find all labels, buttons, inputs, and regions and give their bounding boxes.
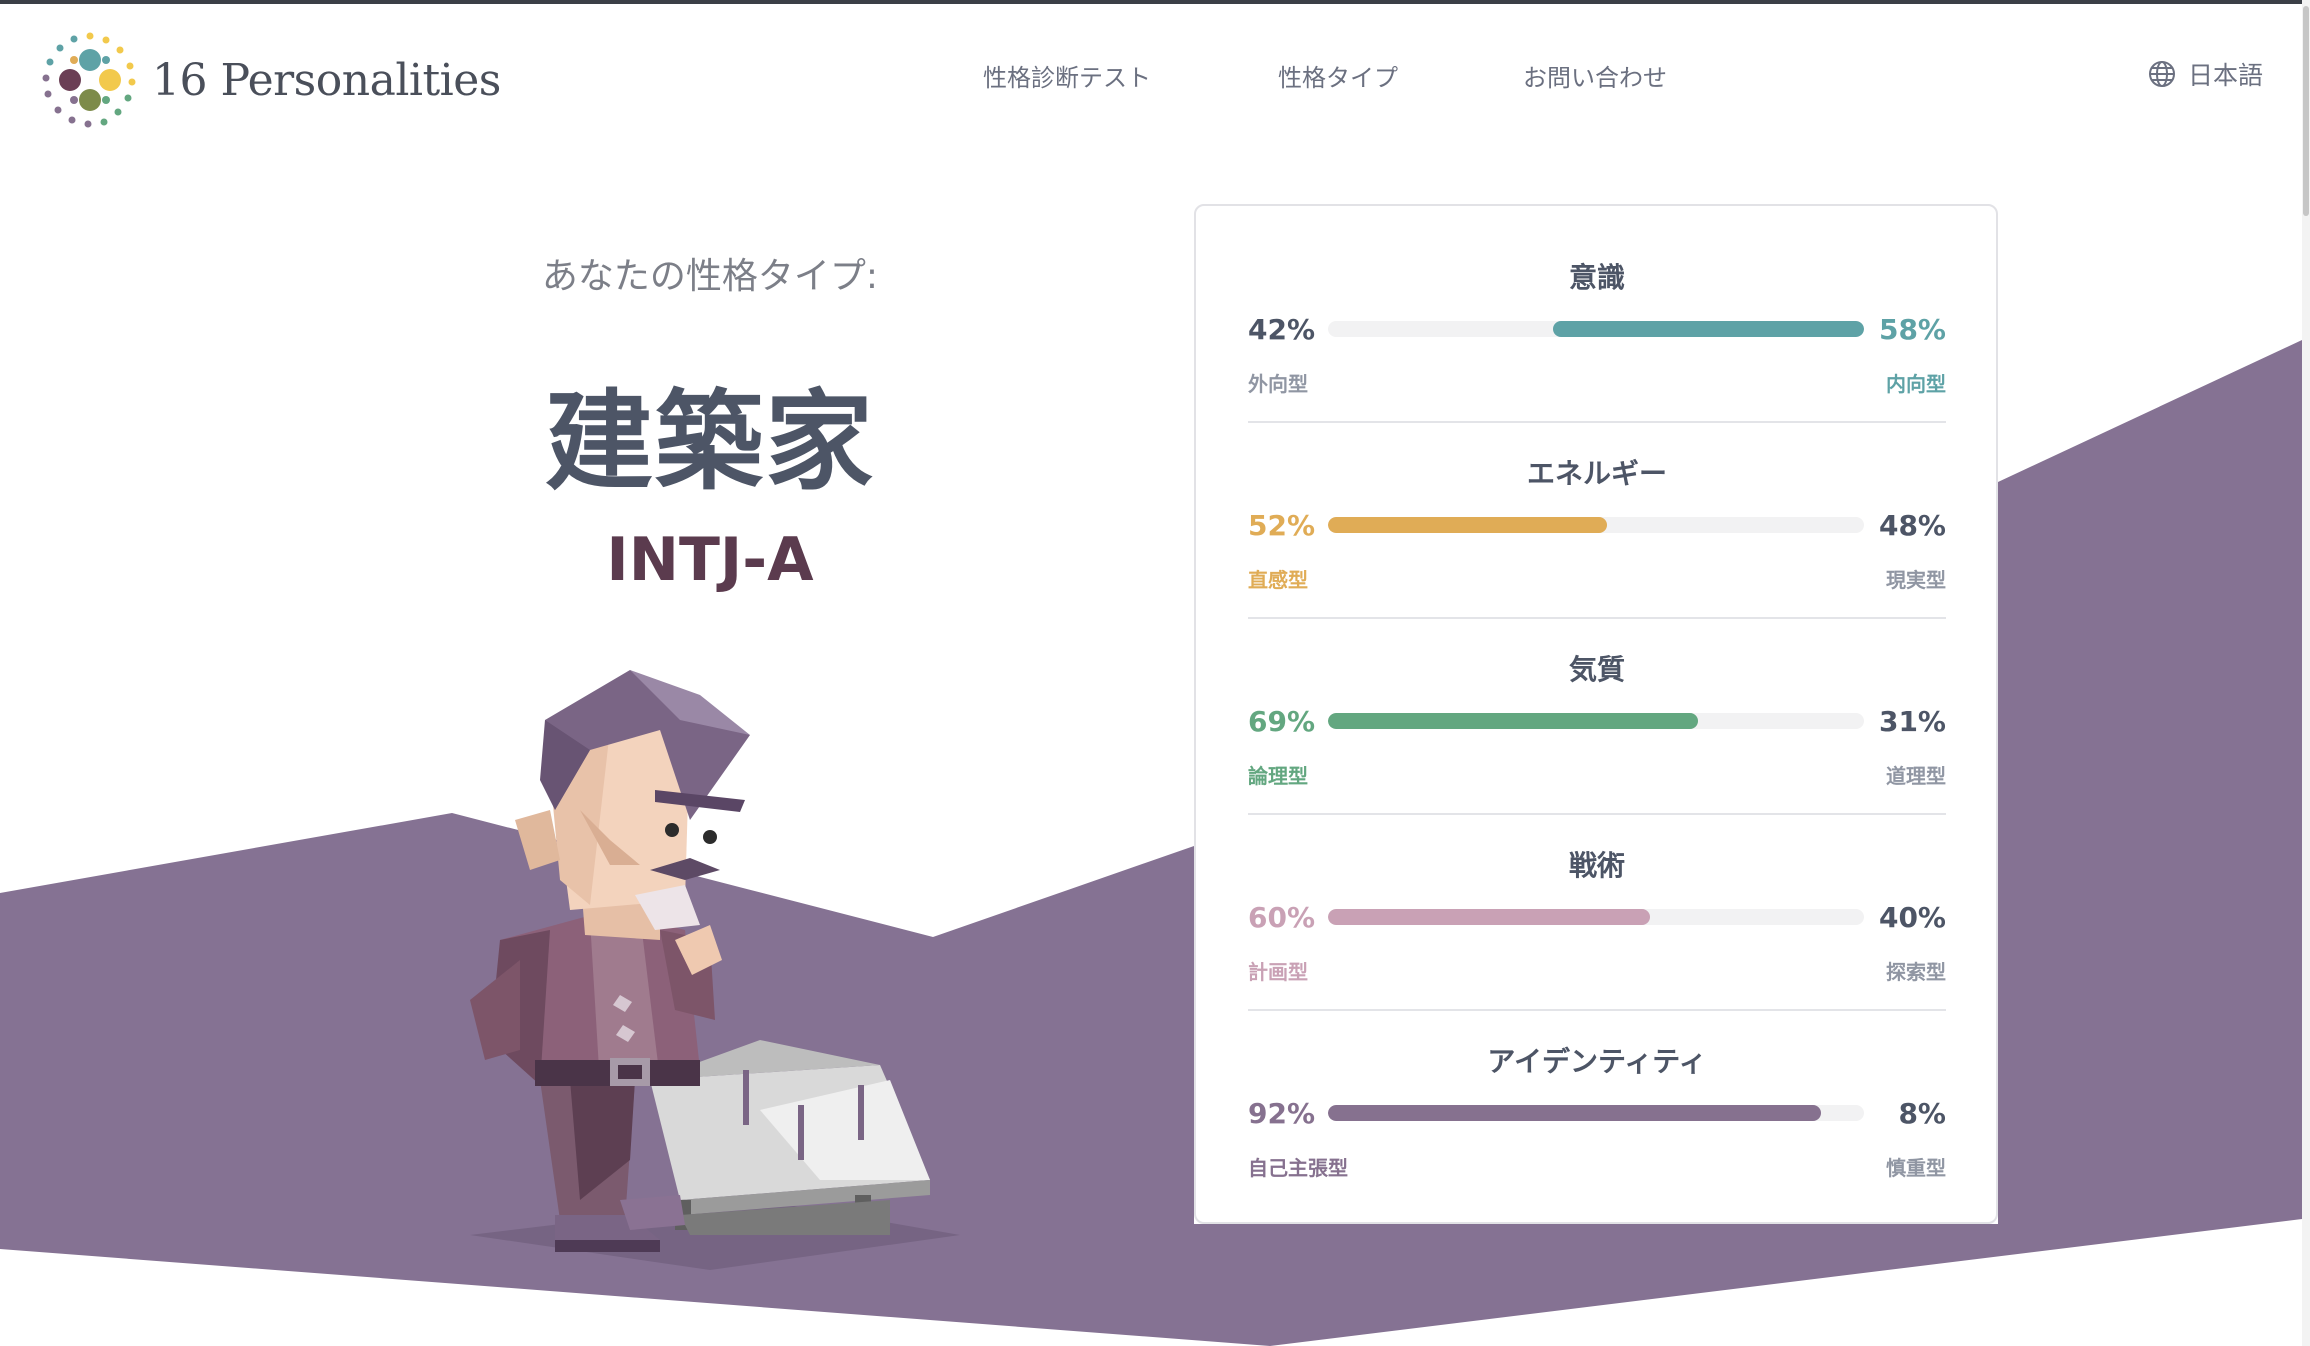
page: 16 Personalities 性格診断テスト 性格タイプ お問い合わせ 日本… — [0, 0, 2310, 1346]
logo-icon — [42, 32, 136, 128]
trait-right-percent: 40% — [1878, 901, 1946, 934]
trait-results-card: 意識 42% 58% 外向型 内向型エネルギー 52% 48% 直感型 現実型気質 69% 31% 論… — [1194, 204, 1998, 1224]
trait-bar-fill — [1328, 1105, 1821, 1121]
trait-bar-fill — [1553, 321, 1864, 337]
trait-bar — [1328, 713, 1864, 729]
top-border — [0, 0, 2310, 4]
trait-title: 戦術 — [1568, 849, 1625, 882]
type-code: INTJ-A — [606, 525, 814, 595]
trait-left-label: 計画型 — [1248, 960, 1308, 984]
trait-bar — [1328, 321, 1864, 337]
nav-item-contact[interactable]: お問い合わせ — [1523, 58, 1667, 93]
nav-item-types[interactable]: 性格タイプ — [1278, 58, 1398, 93]
trait-left-label: 外向型 — [1248, 372, 1308, 396]
nav-item-test[interactable]: 性格診断テスト — [983, 58, 1151, 93]
trait-bar — [1328, 909, 1864, 925]
trait-right-label: 現実型 — [1886, 568, 1946, 592]
trait-bar — [1328, 1105, 1864, 1121]
trait-bar-fill — [1328, 909, 1650, 925]
architect-illustration — [470, 670, 960, 1270]
logo[interactable]: 16 Personalities — [40, 30, 501, 130]
trait-bar-fill — [1328, 517, 1607, 533]
trait-left-label: 自己主張型 — [1248, 1156, 1348, 1180]
trait-right-percent: 8% — [1898, 1097, 1946, 1130]
trait-right-percent: 58% — [1878, 313, 1946, 346]
trait-right-label: 慎重型 — [1886, 1156, 1946, 1180]
scrollbar[interactable] — [2302, 0, 2310, 1346]
trait-left-percent: 60% — [1248, 901, 1316, 934]
trait-left-label: 直感型 — [1248, 568, 1308, 592]
trait-left-label: 論理型 — [1248, 764, 1308, 788]
language-label: 日本語 — [2188, 61, 2264, 90]
globe-icon — [2149, 61, 2175, 87]
trait-title: エネルギー — [1526, 457, 1667, 490]
trait-title: 意識 — [1568, 261, 1625, 294]
trait-right-label: 道理型 — [1886, 764, 1946, 788]
trait-identity: アイデンティティ 92% 8% 自己主張型 慎重型 — [1248, 990, 1946, 1186]
trait-bar — [1328, 517, 1864, 533]
trait-bar-fill — [1328, 713, 1698, 729]
trait-right-label: 内向型 — [1886, 372, 1946, 396]
trait-title: アイデンティティ — [1487, 1045, 1707, 1078]
type-name: 建築家 — [544, 380, 875, 505]
trait-mind: 意識 42% 58% 外向型 内向型 — [1248, 206, 1946, 423]
trait-right-percent: 48% — [1878, 509, 1946, 542]
trait-right-percent: 31% — [1878, 705, 1946, 738]
trait-left-percent: 69% — [1248, 705, 1316, 738]
trait-left-percent: 92% — [1248, 1097, 1316, 1130]
trait-left-percent: 52% — [1248, 509, 1316, 542]
trait-energy: エネルギー 52% 48% 直感型 現実型 — [1248, 402, 1946, 619]
trait-nature: 気質 69% 31% 論理型 道理型 — [1248, 598, 1946, 815]
logo-text: 16 Personalities — [152, 54, 501, 106]
result-subtitle: あなたの性格タイプ: — [541, 256, 879, 297]
trait-title: 気質 — [1568, 653, 1625, 686]
trait-left-percent: 42% — [1248, 313, 1316, 346]
trait-tactics: 戦術 60% 40% 計画型 探索型 — [1248, 794, 1946, 1011]
language-selector[interactable]: 日本語 — [2148, 56, 2263, 92]
trait-right-label: 探索型 — [1886, 960, 1946, 984]
scrollbar-thumb[interactable] — [2303, 6, 2309, 216]
